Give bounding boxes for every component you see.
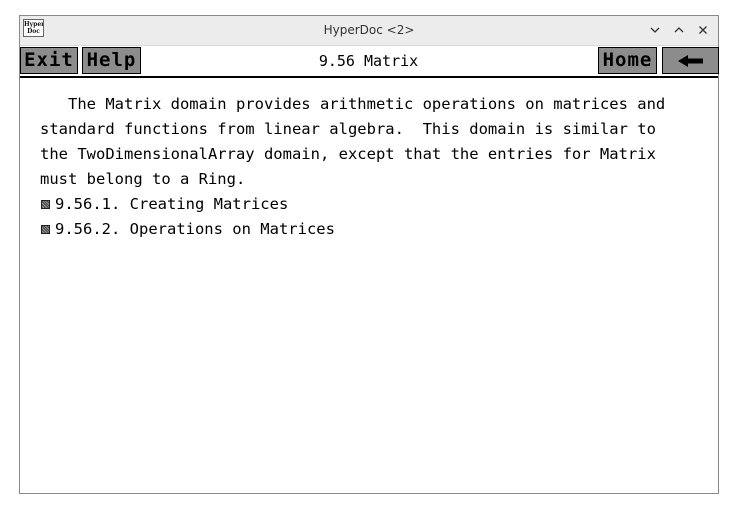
help-button[interactable]: Help (82, 47, 141, 74)
close-button[interactable] (693, 20, 713, 40)
paragraph-line: standard functions from linear algebra. … (40, 120, 656, 138)
paragraph-line: the TwoDimensionalArray domain, except t… (40, 145, 656, 163)
intro-paragraph: The Matrix domain provides arithmetic op… (40, 92, 700, 192)
paragraph-line: must belong to a Ring. (40, 170, 246, 188)
link-bullet-icon (41, 225, 50, 234)
page-content: The Matrix domain provides arithmetic op… (40, 92, 700, 242)
exit-button[interactable]: Exit (20, 47, 78, 74)
minimize-button[interactable] (645, 20, 665, 40)
link-creating-matrices[interactable]: 9.56.1. Creating Matrices (40, 192, 700, 217)
close-icon (699, 26, 707, 34)
link-label[interactable]: 9.56.1. Creating Matrices (55, 192, 288, 217)
paragraph-line: The Matrix domain provides arithmetic op… (40, 95, 666, 113)
window-controls (645, 20, 713, 40)
back-button[interactable] (662, 47, 719, 74)
maximize-button[interactable] (669, 20, 689, 40)
page-title: 9.56 Matrix (318, 52, 419, 70)
chevron-down-icon (650, 27, 660, 33)
home-button[interactable]: Home (598, 47, 657, 74)
link-operations-on-matrices[interactable]: 9.56.2. Operations on Matrices (40, 217, 700, 242)
chevron-up-icon (674, 27, 684, 33)
back-arrow-icon (677, 55, 703, 67)
link-label[interactable]: 9.56.2. Operations on Matrices (55, 217, 335, 242)
hyperdoc-toolbar: Exit Help 9.56 Matrix Home (20, 46, 719, 78)
window-title: HyperDoc <2> (323, 23, 415, 37)
hyperdoc-window: Hyper Doc HyperDoc <2> Exit Help 9.56 Ma… (19, 15, 719, 494)
link-bullet-icon (41, 200, 50, 209)
title-bar[interactable]: Hyper Doc HyperDoc <2> (20, 16, 718, 46)
